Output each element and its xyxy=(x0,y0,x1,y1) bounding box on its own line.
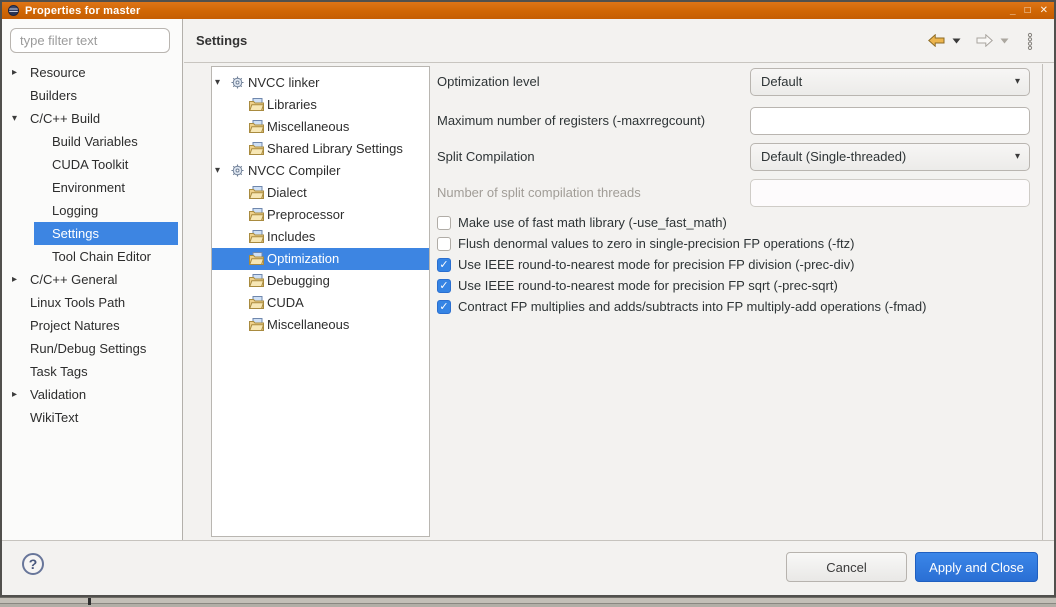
page-title: Settings xyxy=(196,33,247,48)
tool-settings-tree: ▾ NVCC linker Libraries Miscellaneous Sh… xyxy=(211,66,430,537)
screen: Properties for master _ □ ✕ ▸Resource Bu… xyxy=(0,0,1056,607)
sidebar-item-builders[interactable]: Builders xyxy=(2,84,182,107)
tool-item-debugging[interactable]: Debugging xyxy=(212,270,429,292)
cancel-button[interactable]: Cancel xyxy=(786,552,907,582)
category-folder-icon xyxy=(249,252,264,265)
sidebar-item-resource[interactable]: ▸Resource xyxy=(2,61,182,84)
view-menu-button[interactable] xyxy=(1026,32,1034,50)
back-arrow-icon xyxy=(928,34,945,47)
checkbox-ftz[interactable]: Flush denormal values to zero in single-… xyxy=(437,234,926,253)
sidebar-item-task-tags[interactable]: Task Tags xyxy=(2,360,182,383)
tool-item-libraries[interactable]: Libraries xyxy=(212,94,429,116)
category-folder-icon xyxy=(249,208,264,221)
category-folder-icon xyxy=(249,120,264,133)
window-title: Properties for master xyxy=(25,5,140,17)
category-folder-icon xyxy=(249,318,264,331)
expander-icon[interactable]: ▸ xyxy=(12,61,17,84)
sidebar-item-cpp-build[interactable]: ▾C/C++ Build xyxy=(2,107,182,130)
checkbox-use-fast-math[interactable]: Make use of fast math library (-use_fast… xyxy=(437,213,926,232)
tool-item-dialect[interactable]: Dialect xyxy=(212,182,429,204)
category-folder-icon xyxy=(249,274,264,287)
content-frame-edge xyxy=(1042,64,1043,540)
sidebar-item-cpp-general[interactable]: ▸C/C++ General xyxy=(2,268,182,291)
sidebar-item-logging[interactable]: Logging xyxy=(2,199,182,222)
titlebar[interactable]: Properties for master _ □ ✕ xyxy=(2,2,1054,19)
expander-icon[interactable]: ▸ xyxy=(12,268,17,291)
tool-item-nvcc-compiler[interactable]: ▾ NVCC Compiler xyxy=(212,160,429,182)
sidebar-item-validation[interactable]: ▸Validation xyxy=(2,383,182,406)
tool-item-compiler-miscellaneous[interactable]: Miscellaneous xyxy=(212,314,429,336)
sidebar-item-linux-tools-path[interactable]: Linux Tools Path xyxy=(2,291,182,314)
caret-down-icon xyxy=(1000,38,1009,44)
apply-and-close-button[interactable]: Apply and Close xyxy=(915,552,1038,582)
split-threads-input xyxy=(750,179,1030,207)
sidebar-item-environment[interactable]: Environment xyxy=(2,176,182,199)
checkbox-checked[interactable]: ✓ xyxy=(437,279,451,293)
category-tree: ▸Resource Builders ▾C/C++ Build Build Va… xyxy=(2,59,182,429)
checkbox-checked[interactable]: ✓ xyxy=(437,300,451,314)
tool-item-preprocessor[interactable]: Preprocessor xyxy=(212,204,429,226)
page-header: Settings xyxy=(184,19,1054,63)
expander-icon[interactable]: ▾ xyxy=(215,72,220,94)
sidebar-item-run-debug-settings[interactable]: Run/Debug Settings xyxy=(2,337,182,360)
forward-button[interactable] xyxy=(976,34,993,47)
history-toolbar xyxy=(928,32,1034,50)
back-menu-button[interactable] xyxy=(952,38,961,44)
optimization-level-label: Optimization level xyxy=(437,68,742,96)
forward-arrow-icon xyxy=(976,34,993,47)
checkbox-prec-div[interactable]: ✓ Use IEEE round-to-nearest mode for pre… xyxy=(437,255,926,274)
back-button[interactable] xyxy=(928,34,945,47)
help-button[interactable]: ? xyxy=(22,553,44,575)
option-checkbox-group: Make use of fast math library (-use_fast… xyxy=(437,213,926,316)
tool-item-shared-library-settings[interactable]: Shared Library Settings xyxy=(212,138,429,160)
sidebar: ▸Resource Builders ▾C/C++ Build Build Va… xyxy=(2,19,183,540)
tool-item-optimization[interactable]: Optimization xyxy=(212,248,429,270)
properties-dialog: Properties for master _ □ ✕ ▸Resource Bu… xyxy=(0,0,1056,597)
tool-gear-icon xyxy=(231,76,244,89)
split-compilation-label: Split Compilation xyxy=(437,143,742,171)
chevron-down-icon: ▾ xyxy=(1015,69,1020,95)
sidebar-item-tool-chain-editor[interactable]: Tool Chain Editor xyxy=(2,245,182,268)
close-button[interactable]: ✕ xyxy=(1040,6,1048,16)
max-registers-label: Maximum number of registers (-maxrregcou… xyxy=(437,107,742,135)
tool-gear-icon xyxy=(231,164,244,177)
expander-icon[interactable]: ▾ xyxy=(12,107,17,130)
sidebar-item-cuda-toolkit[interactable]: CUDA Toolkit xyxy=(2,153,182,176)
checkbox-prec-sqrt[interactable]: ✓ Use IEEE round-to-nearest mode for pre… xyxy=(437,276,926,295)
sidebar-item-project-natures[interactable]: Project Natures xyxy=(2,314,182,337)
category-folder-icon xyxy=(249,186,264,199)
optimization-level-select[interactable]: Default ▾ xyxy=(750,68,1030,96)
forward-menu-button[interactable] xyxy=(1000,38,1009,44)
footer: ? Cancel Apply and Close xyxy=(2,541,1054,595)
tool-item-includes[interactable]: Includes xyxy=(212,226,429,248)
bottom-strip-notch xyxy=(88,598,91,605)
category-folder-icon xyxy=(249,296,264,309)
view-menu-icon xyxy=(1026,32,1034,50)
max-registers-input[interactable] xyxy=(750,107,1030,135)
tool-item-linker-miscellaneous[interactable]: Miscellaneous xyxy=(212,116,429,138)
bottom-strip xyxy=(0,597,1056,607)
category-folder-icon xyxy=(249,98,264,111)
checkbox-checked[interactable]: ✓ xyxy=(437,258,451,272)
minimize-button[interactable]: _ xyxy=(1010,6,1016,16)
maximize-button[interactable]: □ xyxy=(1025,6,1031,16)
tool-item-nvcc-linker[interactable]: ▾ NVCC linker xyxy=(212,72,429,94)
checkbox[interactable] xyxy=(437,216,451,230)
checkbox-fmad[interactable]: ✓ Contract FP multiplies and adds/subtra… xyxy=(437,297,926,316)
chevron-down-icon: ▾ xyxy=(1015,144,1020,170)
split-compilation-select[interactable]: Default (Single-threaded) ▾ xyxy=(750,143,1030,171)
expander-icon[interactable]: ▾ xyxy=(215,160,220,182)
category-folder-icon xyxy=(249,230,264,243)
tool-item-cuda[interactable]: CUDA xyxy=(212,292,429,314)
checkbox[interactable] xyxy=(437,237,451,251)
sidebar-item-build-variables[interactable]: Build Variables xyxy=(2,130,182,153)
category-folder-icon xyxy=(249,142,264,155)
split-threads-label: Number of split compilation threads xyxy=(437,179,742,207)
filter-input[interactable] xyxy=(10,28,170,53)
expander-icon[interactable]: ▸ xyxy=(12,383,17,406)
caret-down-icon xyxy=(952,38,961,44)
sidebar-item-settings[interactable]: Settings xyxy=(2,222,182,245)
eclipse-window-icon xyxy=(8,5,19,16)
sidebar-item-wikitext[interactable]: WikiText xyxy=(2,406,182,429)
